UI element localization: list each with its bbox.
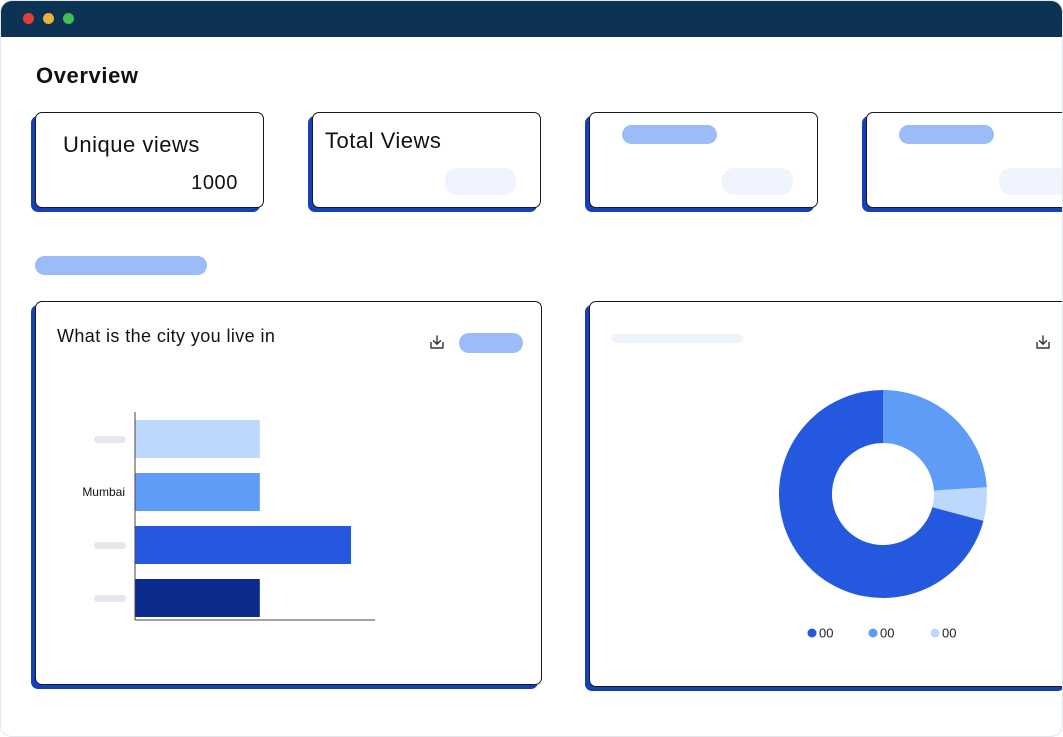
donut-chart-card: 00 00 00: [589, 301, 1062, 687]
stat-label-placeholder: [622, 125, 717, 144]
category-label-placeholder: [94, 542, 126, 549]
bar-0: [135, 420, 260, 458]
bar-chart-card: What is the city you live in Mumbai: [35, 301, 542, 685]
category-label-placeholder: [94, 436, 126, 443]
bar-2: [135, 526, 351, 564]
stat-card-unique-views[interactable]: Unique views 1000: [35, 112, 264, 208]
legend-swatch: [868, 628, 878, 638]
maximize-window-dot[interactable]: [63, 13, 74, 24]
title-bar: [1, 1, 1062, 37]
legend-label: 00: [880, 626, 894, 641]
legend-swatch: [807, 628, 817, 638]
stat-card-total-views[interactable]: Total Views: [312, 112, 541, 208]
stat-value: 1000: [191, 172, 238, 194]
stat-label: Unique views: [63, 132, 200, 157]
stat-card-placeholder[interactable]: [589, 112, 818, 208]
donut-slice-1: [883, 390, 987, 491]
donut-chart: 00 00 00: [779, 390, 987, 641]
close-window-dot[interactable]: [23, 13, 34, 24]
stat-label-placeholder: [899, 125, 994, 144]
bar-1: [135, 473, 260, 511]
bar-chart: Mumbai: [82, 412, 375, 621]
stat-card-placeholder[interactable]: [866, 112, 1062, 208]
legend-label: 00: [819, 626, 833, 641]
stat-value-placeholder: [722, 168, 793, 195]
app-window: Overview Unique views 1000 Total Views W…: [0, 0, 1063, 737]
minimize-window-dot[interactable]: [43, 13, 54, 24]
stat-value-placeholder: [445, 168, 516, 195]
stat-label: Total Views: [325, 128, 442, 153]
stat-value-placeholder: [999, 168, 1062, 195]
legend-label: 00: [942, 626, 956, 641]
page-title: Overview: [36, 63, 139, 88]
legend-swatch: [930, 628, 940, 638]
category-label: Mumbai: [82, 485, 125, 499]
bar-3: [135, 579, 260, 617]
category-label-placeholder: [94, 595, 126, 602]
section-heading-placeholder: [35, 256, 207, 275]
